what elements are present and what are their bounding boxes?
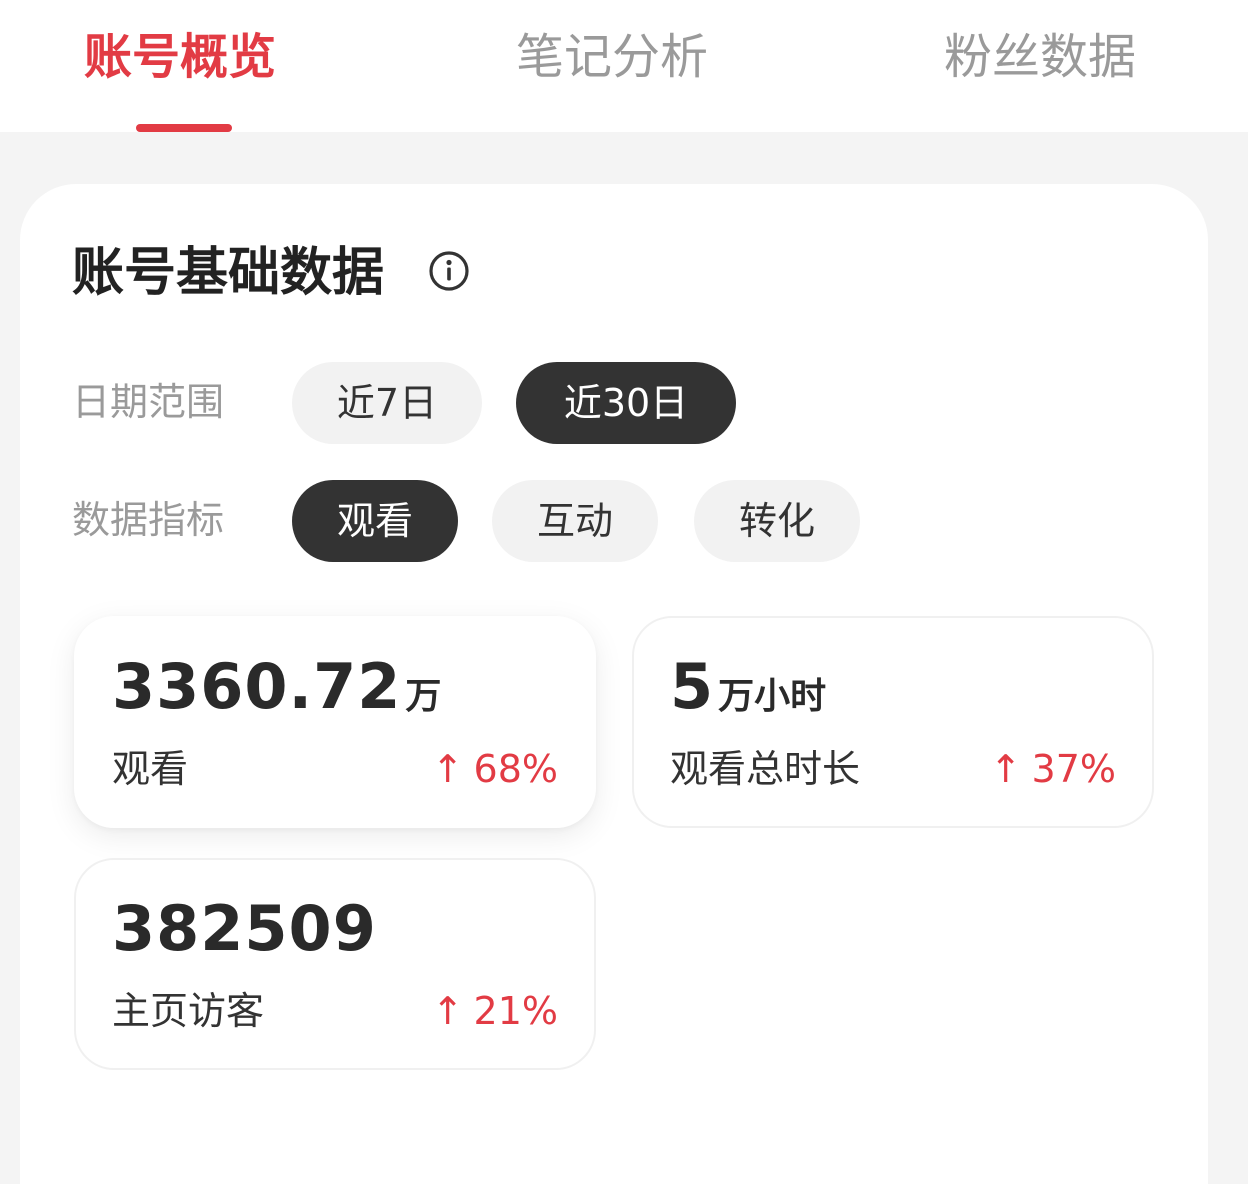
metric-number: 382509	[112, 892, 377, 965]
arrow-up-icon: ↑	[431, 747, 464, 791]
metric-card-watch-duration[interactable]: 5 万小时 观看总时长 ↑ 37%	[632, 616, 1154, 828]
metric-card-profile-visitors[interactable]: 382509 主页访客 ↑ 21%	[74, 858, 596, 1070]
tab-account-overview[interactable]: 账号概览	[84, 22, 276, 92]
metric-name: 主页访客	[112, 989, 265, 1033]
tab-note-analysis[interactable]: 笔记分析	[516, 22, 708, 92]
metric-type-label: 数据指标	[72, 498, 225, 542]
tab-fans-data[interactable]: 粉丝数据	[944, 22, 1136, 92]
metric-change-value: 37%	[1031, 747, 1116, 791]
arrow-up-icon: ↑	[989, 747, 1022, 791]
metric-type-view-chip[interactable]: 观看	[292, 480, 458, 562]
arrow-up-icon: ↑	[431, 989, 464, 1033]
metric-change: ↑ 68%	[432, 742, 558, 796]
metric-change: ↑ 21%	[432, 984, 558, 1038]
metric-number: 5	[670, 650, 715, 723]
metric-unit: 万小时	[718, 676, 827, 717]
metric-value: 382509	[112, 890, 381, 968]
date-range-7d-chip[interactable]: 近7日	[292, 362, 482, 444]
metric-unit: 万	[405, 676, 442, 717]
metric-card-views[interactable]: 3360.72 万 观看 ↑ 68%	[74, 616, 596, 828]
top-tab-bar: 账号概览 笔记分析 粉丝数据	[0, 0, 1248, 132]
metric-type-conversion-chip[interactable]: 转化	[694, 480, 860, 562]
metric-change-value: 21%	[473, 989, 558, 1033]
metric-value: 5 万小时	[670, 648, 826, 726]
section-title: 账号基础数据	[72, 243, 385, 303]
active-tab-indicator	[136, 124, 232, 132]
date-range-30d-chip[interactable]: 近30日	[516, 362, 736, 444]
metric-name: 观看	[112, 747, 189, 791]
account-basic-data-card: 账号基础数据 日期范围 近7日 近30日 数据指标 观看 互动 转化 3360.…	[20, 184, 1208, 1184]
metric-number: 3360.72	[112, 650, 402, 723]
metric-name: 观看总时长	[670, 747, 861, 791]
metric-type-interaction-chip[interactable]: 互动	[492, 480, 658, 562]
metric-value: 3360.72 万	[112, 648, 441, 726]
metric-change: ↑ 37%	[990, 742, 1116, 796]
info-circle-icon[interactable]	[428, 250, 470, 292]
metric-change-value: 68%	[473, 747, 558, 791]
date-range-label: 日期范围	[72, 380, 225, 424]
